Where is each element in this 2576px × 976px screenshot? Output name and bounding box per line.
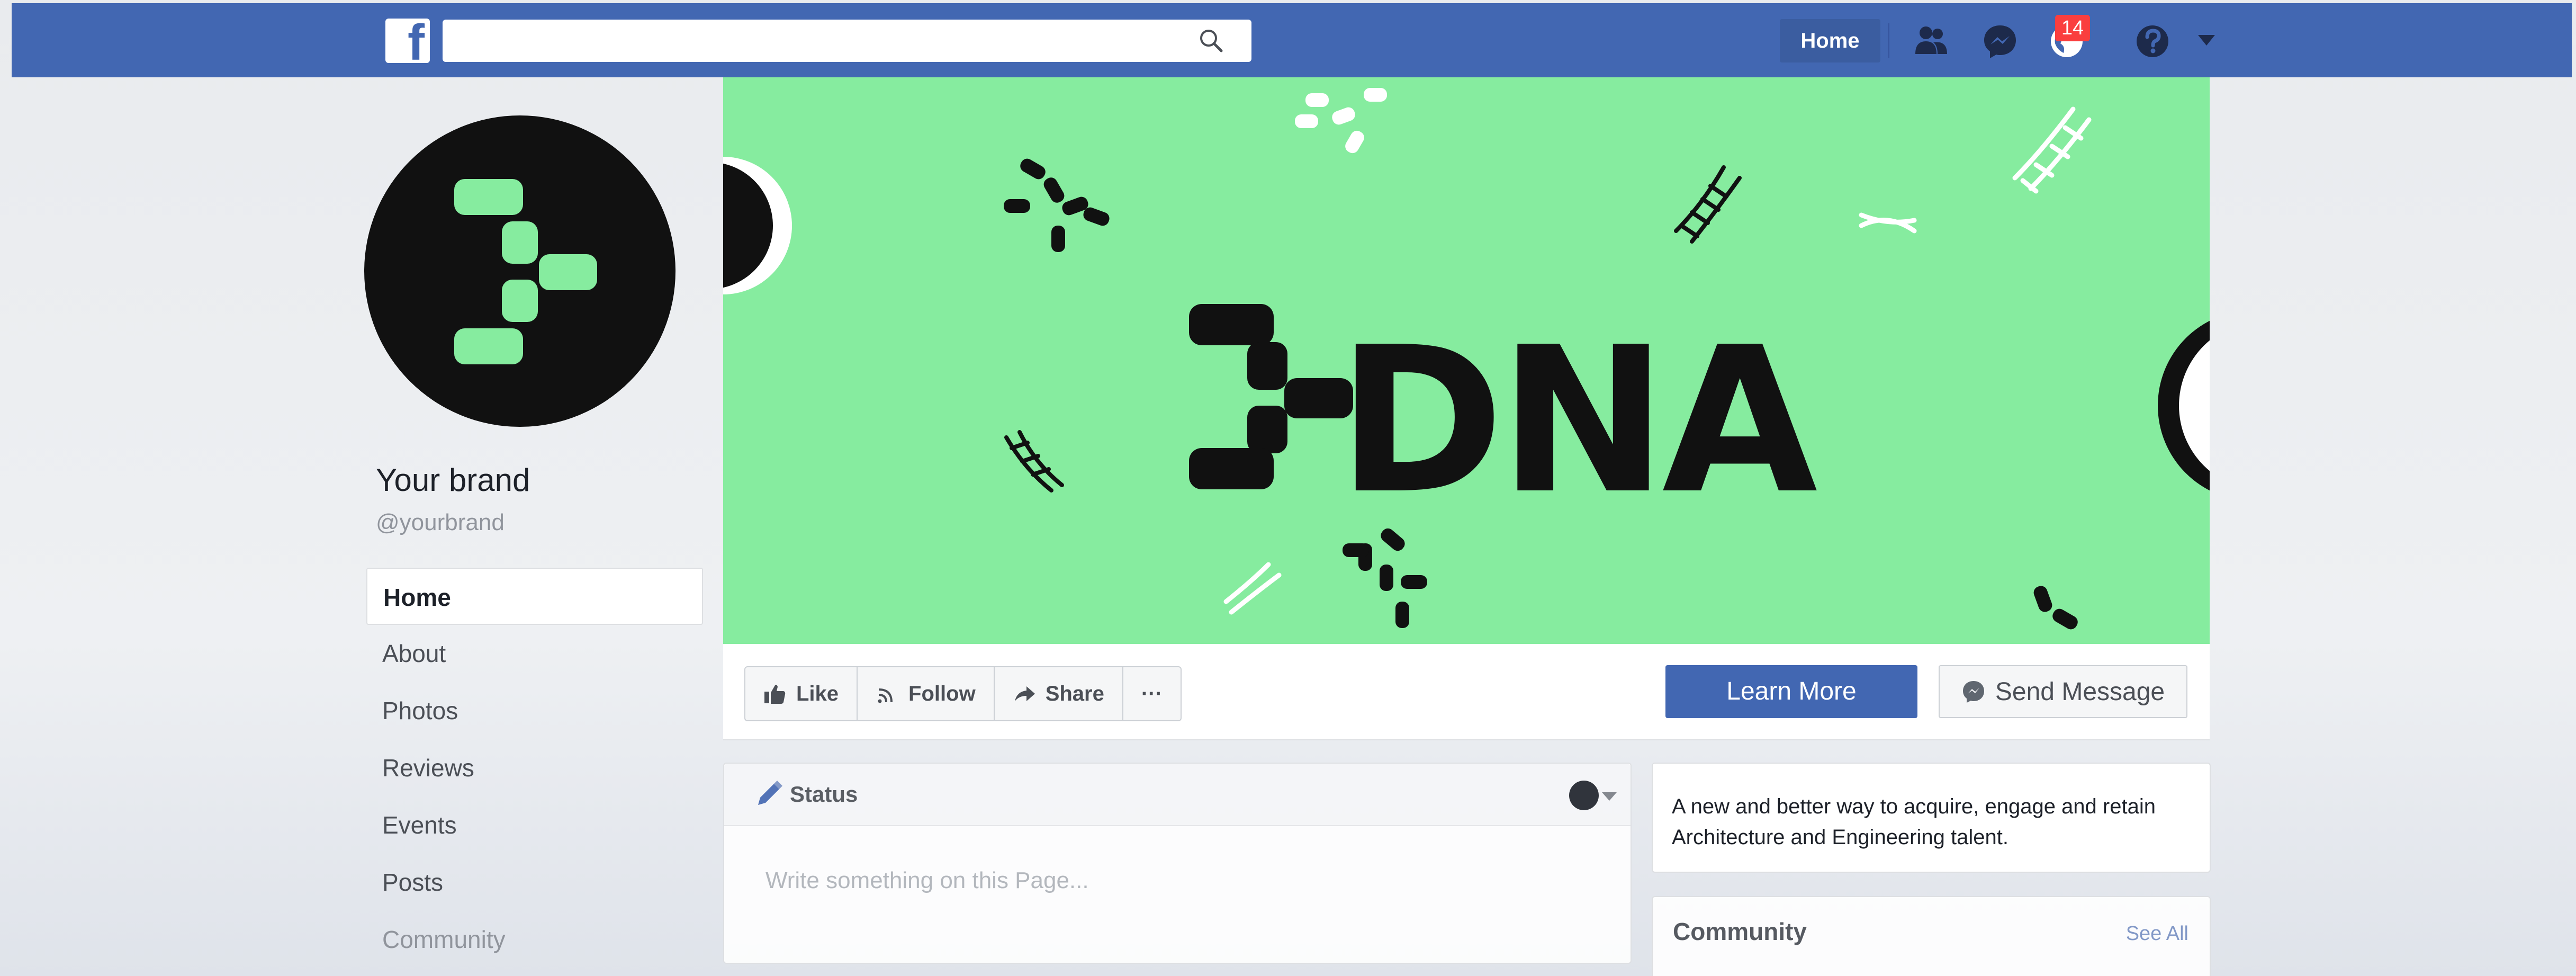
share-arrow-icon (1014, 686, 1035, 701)
community-card: Community See All (1652, 896, 2211, 976)
more-options-button[interactable]: ··· (1123, 667, 1181, 720)
sidebar-item-events[interactable]: Events (366, 796, 703, 854)
follow-label: Follow (908, 682, 976, 705)
status-input[interactable]: Write something on this Page... (765, 867, 1089, 894)
status-composer: Status Write something on this Page... (723, 763, 1632, 964)
audience-selector-icon[interactable] (1569, 781, 1599, 810)
page-handle[interactable]: @yourbrand (376, 509, 505, 536)
rss-follow-icon (878, 688, 893, 703)
follow-button[interactable]: Follow (858, 667, 995, 720)
facebook-logo-icon[interactable]: f (385, 19, 430, 63)
engagement-button-group: Like Follow Share ··· (744, 666, 1182, 721)
like-button[interactable]: Like (745, 667, 858, 720)
more-options-icon: ··· (1141, 682, 1163, 705)
top-navigation-bar: f Home 14 (12, 3, 2572, 77)
nav-divider (1888, 23, 1889, 58)
cover-wordmark: DNA (1337, 303, 1819, 538)
about-description: A new and better way to acquire, engage … (1672, 795, 2156, 849)
page-name[interactable]: Your brand (376, 462, 530, 498)
cover-photo[interactable]: DNA (723, 77, 2210, 644)
learn-more-button[interactable]: Learn More (1665, 665, 1917, 718)
share-button[interactable]: Share (995, 667, 1123, 720)
composer-header: Status (724, 764, 1631, 826)
notifications-count-badge: 14 (2055, 15, 2090, 41)
help-icon[interactable] (2133, 22, 2172, 60)
about-summary-card: A new and better way to acquire, engage … (1652, 763, 2211, 873)
pencil-icon (758, 781, 782, 805)
page-sidebar-menu: Home About Photos Reviews Events Posts C… (366, 568, 703, 968)
sidebar-item-posts[interactable]: Posts (366, 854, 703, 911)
account-menu-caret-icon[interactable] (2198, 35, 2215, 46)
community-title: Community (1673, 918, 1807, 945)
messenger-icon[interactable] (1981, 22, 2019, 60)
share-label: Share (1045, 682, 1104, 705)
search-input[interactable] (443, 20, 1251, 62)
chevron-down-icon[interactable] (1602, 792, 1617, 801)
sidebar-item-reviews[interactable]: Reviews (366, 739, 703, 796)
sidebar-item-about[interactable]: About (366, 625, 703, 682)
send-message-button[interactable]: Send Message (1939, 665, 2187, 718)
like-label: Like (796, 682, 839, 705)
status-tab[interactable]: Status (790, 782, 858, 807)
brand-logo-icon (454, 179, 597, 364)
send-message-label: Send Message (1995, 677, 2165, 706)
friend-requests-icon[interactable] (1912, 22, 1950, 60)
sidebar-item-community[interactable]: Community (366, 911, 703, 968)
nav-home-link[interactable]: Home (1780, 19, 1880, 62)
page-action-bar: Like Follow Share ··· Learn More Send Me… (723, 644, 2210, 740)
cover-artwork: DNA (723, 88, 2210, 630)
community-see-all-link[interactable]: See All (2126, 923, 2188, 945)
search-icon[interactable] (1197, 27, 1225, 55)
sidebar-item-photos[interactable]: Photos (366, 682, 703, 739)
messenger-icon (1962, 681, 1984, 703)
page-profile-picture[interactable] (364, 115, 675, 427)
thumbs-up-icon (764, 685, 786, 704)
sidebar-item-home[interactable]: Home (366, 568, 703, 625)
